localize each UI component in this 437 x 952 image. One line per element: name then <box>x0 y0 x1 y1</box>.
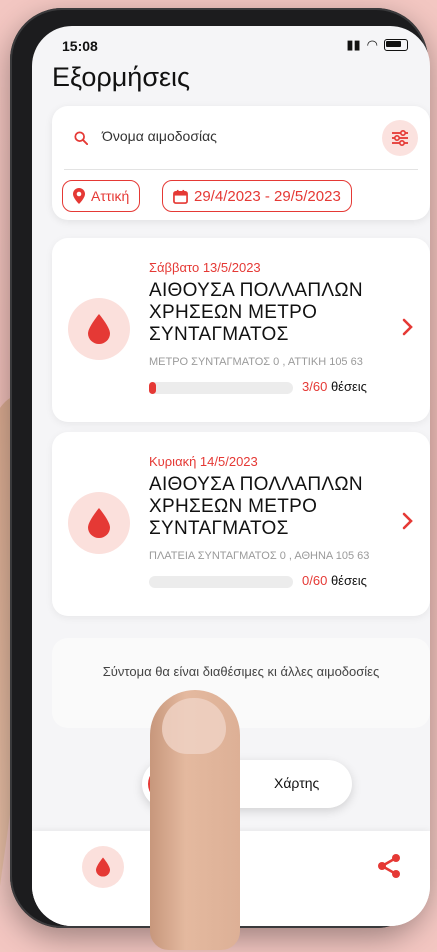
event-address: ΜΕΤΡΟ ΣΥΝΤΑΓΜΑΤΟΣ 0 , ΑΤΤΙΚΗ 105 63 <box>149 356 363 368</box>
date-range-label: 29/4/2023 - 29/5/2023 <box>194 187 341 205</box>
share-icon[interactable] <box>376 853 402 879</box>
seats-count: 0/60 θέσεις <box>302 573 367 588</box>
blood-drop-icon <box>96 857 110 877</box>
seats-label: θέσεις <box>330 573 367 588</box>
calendar-icon <box>173 189 188 204</box>
event-address: ΠΛΑΤΕΙΑ ΣΥΝΤΑΓΜΑΤΟΣ 0 , ΑΘΗΝΑ 105 63 <box>149 550 370 562</box>
status-icons: ▮▮ ◠ <box>346 37 408 53</box>
blood-drop-badge <box>68 298 130 360</box>
nav-donations-button[interactable] <box>82 846 124 888</box>
info-card: Σύντομα θα είναι διαθέσιμες κι άλλες αιμ… <box>52 638 430 728</box>
wifi-icon: ◠ <box>366 37 378 52</box>
seats-progress-bar <box>149 382 293 394</box>
filter-button[interactable] <box>382 120 418 156</box>
region-chip[interactable]: Αττική <box>62 180 141 212</box>
seats-label: θέσεις <box>330 379 367 394</box>
chevron-right-icon[interactable] <box>402 318 414 336</box>
finger-decoration <box>150 690 240 950</box>
blood-drop-icon <box>88 314 110 344</box>
chevron-right-icon[interactable] <box>402 512 414 530</box>
info-message: Σύντομα θα είναι διαθέσιμες κι άλλες αιμ… <box>102 664 380 679</box>
blood-drop-badge <box>68 492 130 554</box>
seats-progress-fill <box>149 382 157 394</box>
event-card[interactable]: Σάββατο 13/5/2023 ΑΙΘΟΥΣΑ ΠΟΛΛΑΠΛΩΝ ΧΡΗΣ… <box>52 238 430 422</box>
event-title: ΑΙΘΟΥΣΑ ΠΟΛΛΑΠΛΩΝ ΧΡΗΣΕΩΝ ΜΕΤΡΟ ΣΥΝΤΑΓΜΑ… <box>149 474 363 539</box>
status-bar: 15:08 ▮▮ ◠ <box>32 26 430 66</box>
status-time: 15:08 <box>62 38 98 54</box>
fingernail-decoration <box>162 698 226 754</box>
seats-count: 3/60 θέσεις <box>302 379 367 394</box>
divider <box>64 169 418 170</box>
signal-icon: ▮▮ <box>346 37 361 52</box>
location-pin-icon <box>73 188 85 204</box>
search-input[interactable]: Όνομα αιμοδοσίας <box>102 128 217 144</box>
page-title: Εξορμήσεις <box>52 62 191 92</box>
seats-progress-bar <box>149 576 293 588</box>
search-icon <box>74 131 88 145</box>
date-range-chip[interactable]: 29/4/2023 - 29/5/2023 <box>162 180 352 212</box>
blood-drop-icon <box>88 508 110 538</box>
battery-icon <box>384 39 408 51</box>
seats-taken: 0/60 <box>302 573 328 588</box>
map-view-button[interactable]: Χάρτης <box>274 775 319 791</box>
region-label: Αττική <box>91 188 130 204</box>
event-card[interactable]: Κυριακή 14/5/2023 ΑΙΘΟΥΣΑ ΠΟΛΛΑΠΛΩΝ ΧΡΗΣ… <box>52 432 430 616</box>
filter-icon <box>392 130 408 146</box>
filter-card: Όνομα αιμοδοσίας Αττική 29/4/2023 - 29/5… <box>52 106 430 220</box>
event-date: Κυριακή 14/5/2023 <box>149 454 258 469</box>
event-date: Σάββατο 13/5/2023 <box>149 260 261 275</box>
event-title: ΑΙΘΟΥΣΑ ΠΟΛΛΑΠΛΩΝ ΧΡΗΣΕΩΝ ΜΕΤΡΟ ΣΥΝΤΑΓΜΑ… <box>149 280 363 345</box>
seats-taken: 3/60 <box>302 379 328 394</box>
